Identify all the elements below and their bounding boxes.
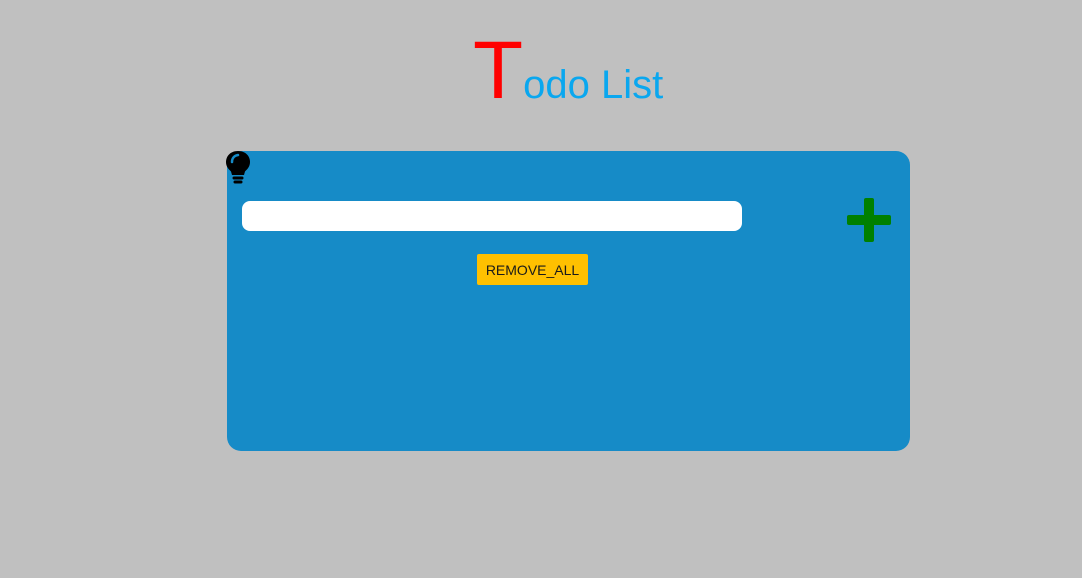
- lightbulb-icon: [223, 149, 253, 185]
- page-title: Todo List: [473, 30, 663, 112]
- todo-card: REMOVE_ALL: [226, 151, 910, 451]
- remove-all-button[interactable]: REMOVE_ALL: [477, 254, 588, 285]
- plus-icon: [847, 198, 891, 242]
- title-rest: odo List: [523, 63, 664, 107]
- add-todo-button[interactable]: [845, 196, 893, 244]
- title-first-letter: T: [473, 25, 524, 116]
- todo-input[interactable]: [242, 201, 742, 231]
